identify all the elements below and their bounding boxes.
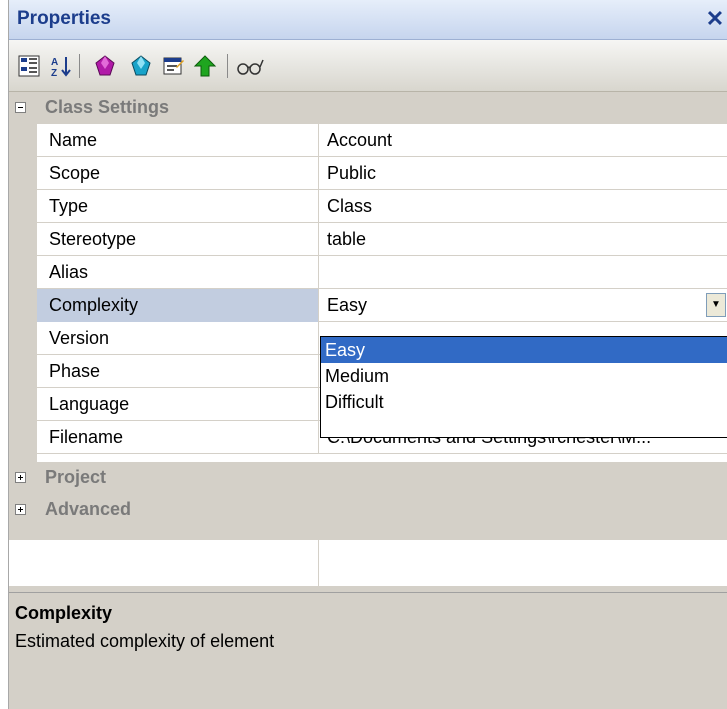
property-row-complexity[interactable]: Complexity Easy ▼ bbox=[37, 289, 727, 322]
property-name: Phase bbox=[37, 355, 319, 388]
property-row-name[interactable]: Name Account bbox=[37, 124, 727, 157]
complexity-combobox[interactable]: Easy ▼ bbox=[321, 290, 727, 321]
dropdown-option[interactable]: Easy bbox=[321, 337, 727, 363]
property-value[interactable]: Account bbox=[321, 124, 725, 157]
spectacles-icon[interactable] bbox=[235, 54, 265, 78]
empty-grid-area bbox=[9, 540, 727, 586]
help-description: Estimated complexity of element bbox=[15, 631, 275, 651]
close-button[interactable]: ✕ bbox=[704, 6, 726, 32]
expand-icon[interactable] bbox=[15, 472, 26, 483]
property-name: Language bbox=[37, 388, 319, 421]
collapse-icon[interactable] bbox=[15, 102, 26, 113]
dropdown-option[interactable]: Medium bbox=[321, 363, 727, 389]
categorized-view-icon[interactable] bbox=[17, 54, 41, 78]
toolbar: A Z bbox=[9, 40, 727, 92]
complexity-dropdown-list: Easy Medium Difficult bbox=[320, 336, 727, 438]
category-project[interactable]: Project bbox=[9, 462, 727, 494]
svg-text:A: A bbox=[51, 57, 58, 68]
category-advanced[interactable]: Advanced bbox=[9, 494, 727, 526]
grid-gutter bbox=[9, 124, 37, 462]
property-value[interactable]: table bbox=[321, 223, 725, 256]
properties-panel: Properties ✕ A Z Class Settings Name Acc… bbox=[8, 0, 727, 709]
help-pane: Complexity Estimated complexity of eleme… bbox=[9, 592, 727, 709]
expand-icon[interactable] bbox=[15, 504, 26, 515]
property-name: Alias bbox=[37, 256, 319, 289]
purple-gem-icon[interactable] bbox=[93, 54, 117, 78]
category-class-settings[interactable]: Class Settings bbox=[9, 92, 727, 124]
property-pages-icon[interactable] bbox=[161, 54, 185, 78]
property-name: Version bbox=[37, 322, 319, 355]
property-value[interactable]: Class bbox=[321, 190, 725, 223]
cyan-gem-icon[interactable] bbox=[129, 54, 153, 78]
property-grid: Class Settings Name Account Scope Public… bbox=[9, 92, 727, 586]
green-up-arrow-icon[interactable] bbox=[193, 54, 217, 78]
panel-title: Properties bbox=[17, 8, 111, 29]
property-name: Complexity bbox=[37, 289, 319, 322]
property-value[interactable]: Public bbox=[321, 157, 725, 190]
property-row-stereotype[interactable]: Stereotype table bbox=[37, 223, 727, 256]
dropdown-arrow-icon[interactable]: ▼ bbox=[706, 293, 726, 317]
combobox-value: Easy bbox=[327, 295, 368, 315]
column-divider bbox=[318, 540, 319, 586]
property-name: Scope bbox=[37, 157, 319, 190]
property-row-alias[interactable]: Alias bbox=[37, 256, 727, 289]
property-row-type[interactable]: Type Class bbox=[37, 190, 727, 223]
svg-text:Z: Z bbox=[51, 68, 57, 78]
category-spacer bbox=[9, 526, 727, 540]
property-name: Stereotype bbox=[37, 223, 319, 256]
toolbar-separator bbox=[79, 54, 80, 78]
property-row-scope[interactable]: Scope Public bbox=[37, 157, 727, 190]
property-name: Type bbox=[37, 190, 319, 223]
title-bar: Properties ✕ bbox=[9, 0, 727, 40]
help-title: Complexity bbox=[15, 603, 113, 623]
alphabetical-sort-icon[interactable]: A Z bbox=[49, 54, 73, 78]
category-label: Class Settings bbox=[45, 97, 170, 117]
toolbar-separator bbox=[227, 54, 228, 78]
property-name: Name bbox=[37, 124, 319, 157]
category-label: Advanced bbox=[45, 499, 132, 519]
dropdown-option[interactable]: Difficult bbox=[321, 389, 727, 415]
property-value[interactable] bbox=[321, 256, 725, 289]
category-label: Project bbox=[45, 467, 107, 487]
property-name: Filename bbox=[37, 421, 319, 454]
